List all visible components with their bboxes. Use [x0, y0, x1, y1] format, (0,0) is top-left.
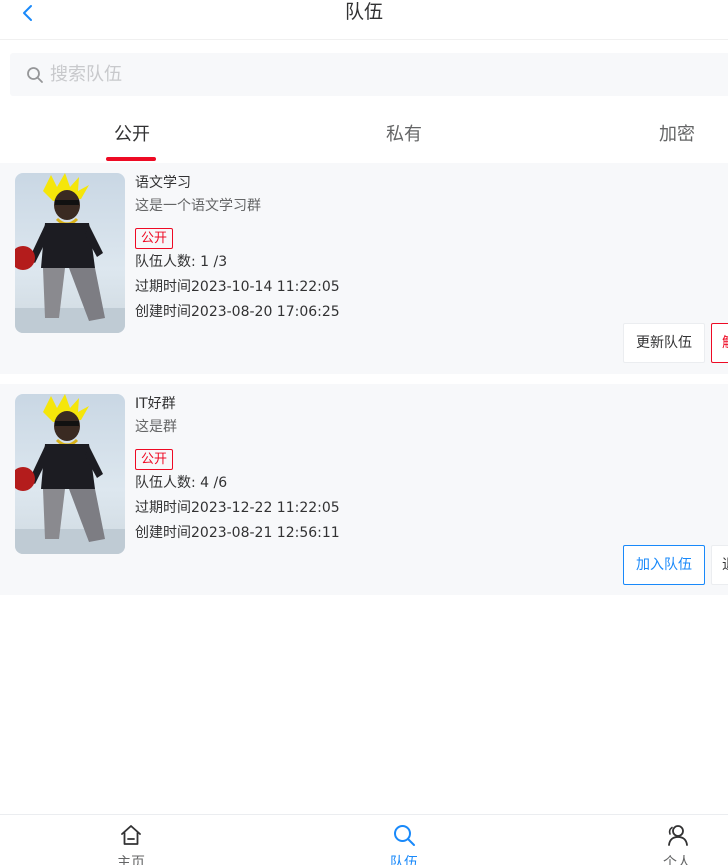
team-create-time: 创建时间2023-08-20 17:06:25	[135, 304, 340, 320]
search-bar	[10, 53, 728, 96]
join-team-button[interactable]: 加入队伍	[623, 545, 705, 585]
team-avatar: $	[15, 394, 125, 554]
tabbar-item-team[interactable]: 队伍	[364, 815, 444, 865]
team-type-tabs: 公开 私有 加密	[0, 108, 728, 162]
team-card[interactable]: $ IT好群 这是群 公开 队伍人数: 4 /6 过期时间2023-12-22 …	[0, 384, 728, 595]
bottom-tabbar: 主页 队伍 个人	[0, 814, 728, 865]
quit-team-button[interactable]: 退	[711, 545, 728, 585]
dissolve-team-button[interactable]: 解	[711, 323, 728, 363]
team-create-time: 创建时间2023-08-21 12:56:11	[135, 525, 340, 541]
tab-encrypted[interactable]: 加密	[641, 108, 713, 162]
team-card[interactable]: $ 语文学习 这是一个语文学习群 公开 队伍人数: 1 /3 过期时间2023-…	[0, 163, 728, 374]
team-expire-time: 过期时间2023-10-14 11:22:05	[135, 279, 340, 295]
search-input[interactable]	[50, 64, 650, 85]
team-description: 这是一个语文学习群	[135, 198, 261, 214]
tab-private[interactable]: 私有	[368, 108, 440, 162]
tabbar-item-home[interactable]: 主页	[91, 815, 171, 865]
search-icon	[26, 66, 44, 84]
team-avatar: $	[15, 173, 125, 333]
search-icon	[394, 825, 415, 846]
team-description: 这是群	[135, 419, 177, 435]
tab-public[interactable]: 公开	[96, 108, 168, 162]
page-title: 队伍	[344, 1, 383, 23]
active-tab-indicator	[106, 157, 156, 161]
team-name: 语文学习	[135, 175, 191, 191]
user-icon	[668, 825, 688, 846]
tabbar-label: 队伍	[390, 855, 418, 865]
home-icon	[121, 825, 141, 845]
status-badge: 公开	[135, 449, 174, 470]
team-name: IT好群	[135, 396, 176, 412]
team-member-count: 队伍人数: 1 /3	[135, 254, 228, 270]
team-expire-time: 过期时间2023-12-22 11:22:05	[135, 500, 340, 516]
team-member-count: 队伍人数: 4 /6	[135, 475, 228, 491]
update-team-button[interactable]: 更新队伍	[623, 323, 705, 363]
nav-bar: 队伍	[0, 0, 728, 40]
tabbar-item-profile[interactable]: 个人	[637, 815, 717, 865]
tabbar-label: 主页	[117, 855, 145, 865]
tabbar-label: 个人	[663, 855, 691, 865]
status-badge: 公开	[135, 228, 174, 249]
